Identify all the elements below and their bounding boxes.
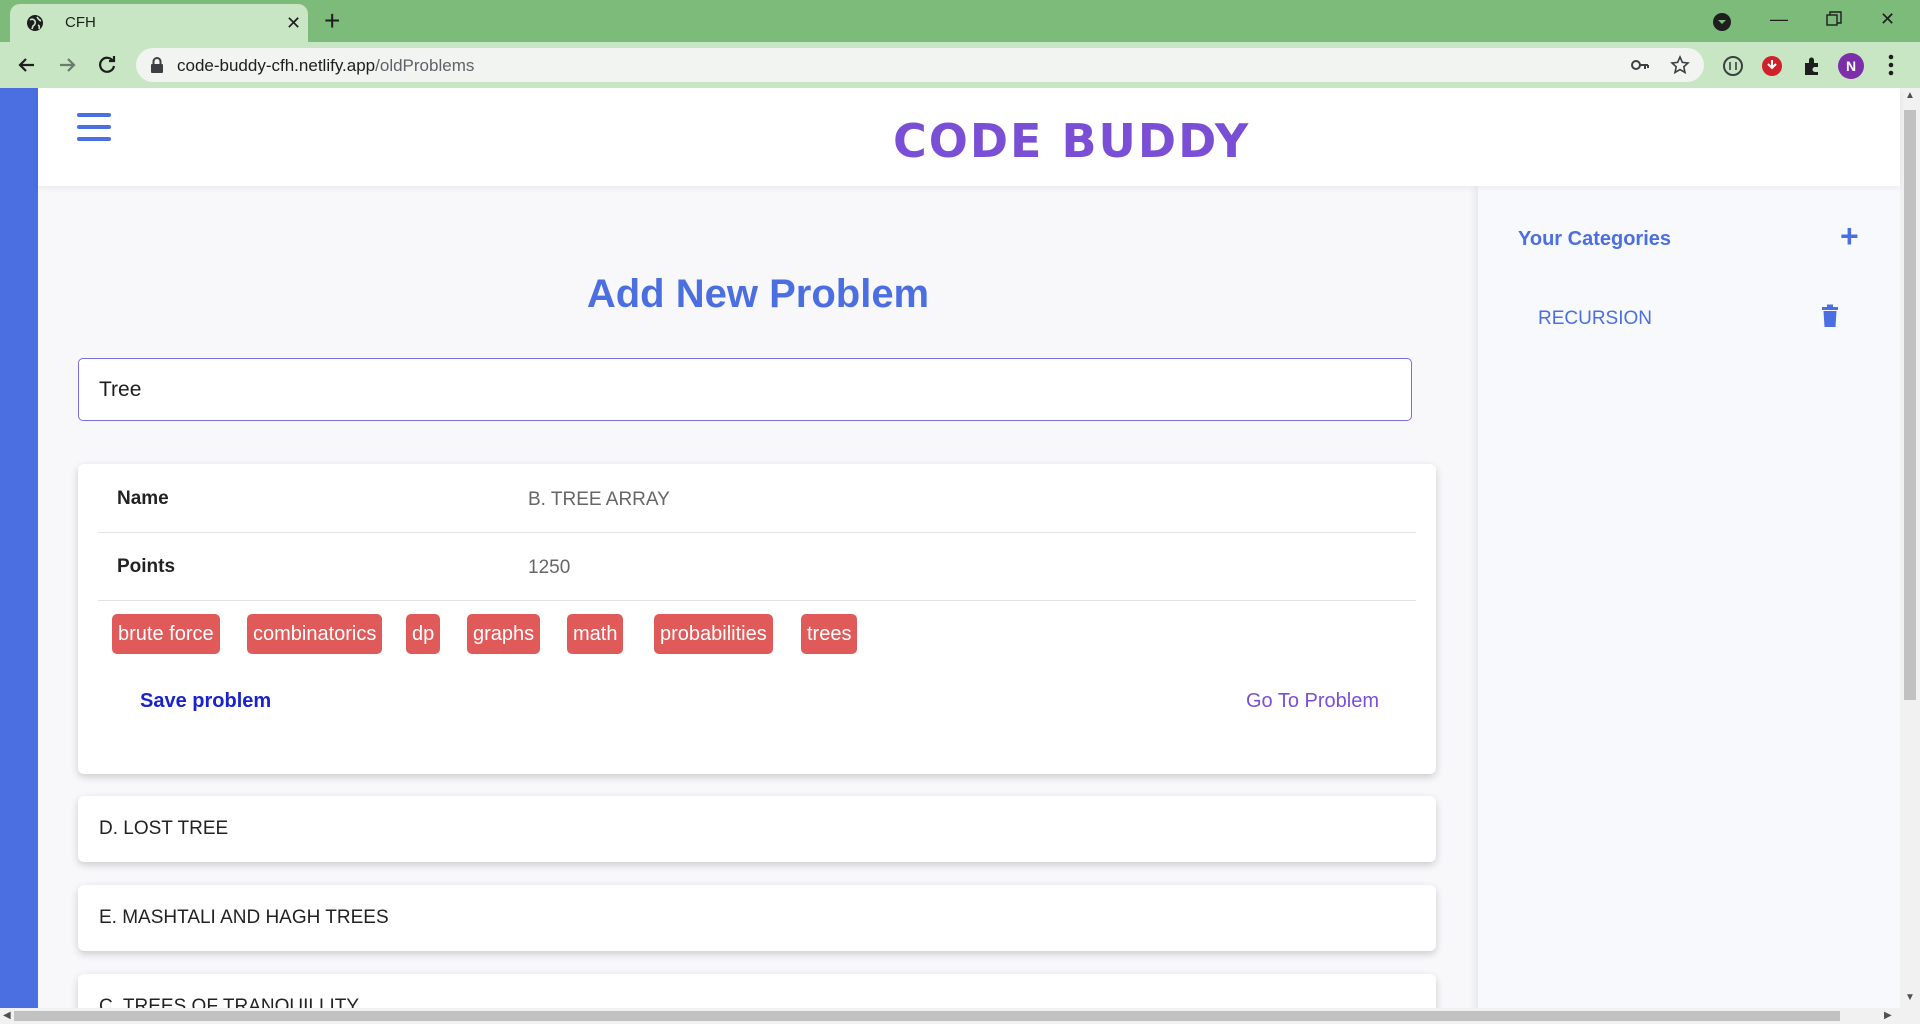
reload-icon[interactable] [94, 52, 120, 78]
category-item[interactable]: RECURSION [1538, 304, 1858, 334]
scroll-down-arrow-icon[interactable]: ▼ [1905, 992, 1915, 1003]
url-host: code-buddy-cfh.netlify.app [177, 56, 376, 75]
name-label: Name [117, 488, 169, 509]
extensions-puzzle-icon[interactable] [1801, 55, 1823, 77]
horizontal-scroll-thumb[interactable] [14, 1011, 1840, 1021]
browser-tab[interactable]: CFH ✕ [10, 4, 308, 42]
close-tab-icon[interactable]: ✕ [286, 13, 301, 33]
url-text: code-buddy-cfh.netlify.app/oldProblems [177, 56, 474, 76]
tag-badge: combinatorics [247, 614, 383, 654]
browser-toolbar: code-buddy-cfh.netlify.app/oldProblems N [0, 42, 1920, 88]
scroll-right-arrow-icon[interactable]: ▶ [1884, 1010, 1892, 1021]
problem-title: E. MASHTALI AND HAGH TREES [99, 907, 389, 928]
problem-card-expanded: Name B. TREE ARRAY Points 1250 brute for… [78, 464, 1436, 774]
tag-badge: graphs [467, 614, 541, 654]
new-tab-icon[interactable]: + [324, 6, 340, 36]
address-bar[interactable]: code-buddy-cfh.netlify.app/oldProblems [136, 48, 1704, 82]
brand-logo[interactable]: CODE BUDDY [893, 114, 1250, 168]
points-row: Points 1250 [98, 532, 1416, 601]
key-icon[interactable] [1630, 55, 1650, 75]
browser-tabstrip: CFH ✕ + — ✕ [0, 0, 1920, 42]
left-accent-strip [0, 88, 38, 1024]
forward-icon[interactable] [54, 52, 80, 78]
extension-reader-icon[interactable] [1722, 55, 1744, 77]
scroll-left-arrow-icon[interactable]: ◀ [3, 1010, 11, 1021]
extension-shield-icon[interactable] [1761, 55, 1783, 77]
app-header: CODE BUDDY [38, 88, 1900, 186]
profile-avatar[interactable]: N [1838, 53, 1864, 79]
tag-badge: trees [801, 614, 858, 654]
problem-card[interactable]: D. LOST TREE [78, 796, 1436, 862]
points-label: Points [117, 556, 176, 577]
tab-search-icon[interactable] [1712, 12, 1732, 32]
save-problem-button[interactable]: Save problem [140, 690, 271, 713]
vertical-scrollbar[interactable]: ▲ ▼ [1900, 88, 1920, 1008]
globe-icon [27, 15, 43, 31]
back-icon[interactable] [14, 52, 40, 78]
tag-badge: probabilities [654, 614, 773, 654]
problem-search-input[interactable] [78, 358, 1412, 421]
problem-title: D. LOST TREE [99, 818, 229, 839]
tag-badge: dp [406, 614, 441, 654]
name-value: B. TREE ARRAY [528, 489, 670, 510]
tab-title: CFH [65, 14, 96, 31]
points-value: 1250 [528, 557, 571, 578]
close-window-icon[interactable]: ✕ [1880, 8, 1895, 30]
lock-icon[interactable] [150, 57, 164, 73]
sidebar-title: Your Categories [1518, 228, 1671, 250]
browser-menu-icon[interactable] [1888, 54, 1894, 76]
vertical-scroll-thumb[interactable] [1904, 110, 1916, 700]
scroll-up-arrow-icon[interactable]: ▲ [1905, 90, 1915, 101]
plus-icon[interactable]: + [1840, 220, 1859, 252]
bookmark-star-icon[interactable] [1670, 55, 1690, 75]
trash-icon[interactable] [1820, 304, 1840, 328]
go-to-problem-link[interactable]: Go To Problem [1246, 690, 1379, 713]
url-path: /oldProblems [375, 56, 475, 75]
tag-badge: math [567, 614, 624, 654]
minimize-icon[interactable]: — [1770, 8, 1788, 30]
category-label[interactable]: RECURSION [1538, 308, 1652, 330]
horizontal-scrollbar[interactable]: ◀ ▶ [0, 1008, 1920, 1024]
page-title: Add New Problem [586, 272, 930, 316]
restore-icon[interactable] [1826, 11, 1842, 27]
name-row: Name B. TREE ARRAY [98, 464, 1416, 533]
page-viewport: CODE BUDDY Add New Problem Name B. TREE … [0, 88, 1920, 1024]
categories-sidebar: Your Categories + RECURSION [1478, 186, 1900, 1024]
problem-card[interactable]: E. MASHTALI AND HAGH TREES [78, 885, 1436, 951]
tag-badge: brute force [112, 614, 220, 654]
hamburger-menu-icon[interactable] [77, 113, 111, 141]
main-content: Add New Problem Name B. TREE ARRAY Point… [38, 186, 1478, 1024]
